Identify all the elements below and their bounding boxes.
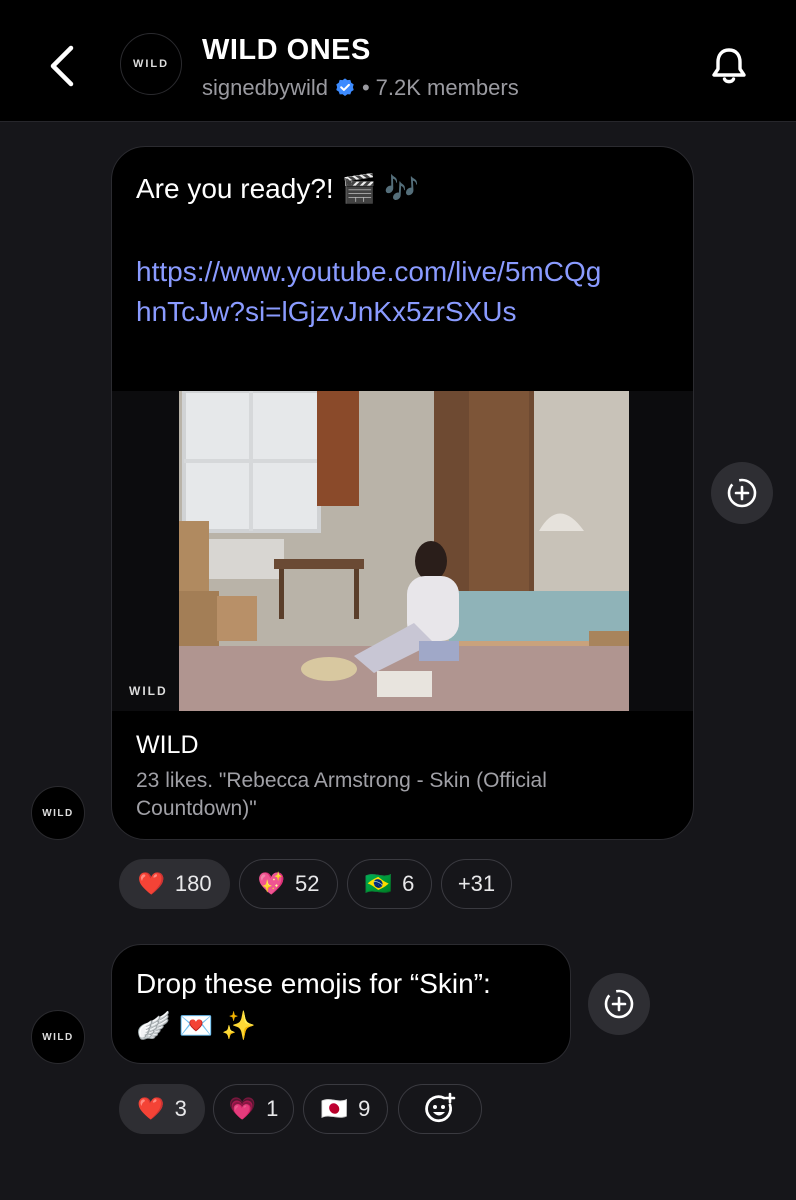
- reaction-count: +31: [457, 871, 496, 896]
- reaction-emoji: ❤️: [137, 871, 165, 896]
- message-link[interactable]: https://www.youtube.com/live/5mCQghnTcJw…: [136, 252, 606, 332]
- reaction-pill-heart[interactable]: ❤️ 180: [119, 859, 230, 909]
- reaction-count: 1: [266, 1096, 279, 1121]
- member-count: 7.2K members: [375, 75, 519, 100]
- back-button[interactable]: [38, 40, 90, 92]
- sender-avatar[interactable]: WILD: [31, 786, 85, 840]
- reaction-pill-japan-flag[interactable]: 🇯🇵 9: [303, 1084, 388, 1134]
- subtitle-separator: •: [361, 75, 370, 100]
- sender-avatar[interactable]: WILD: [31, 1010, 85, 1064]
- video-thumbnail[interactable]: [179, 391, 629, 711]
- add-reaction-button[interactable]: [711, 462, 773, 524]
- reaction-count: 9: [358, 1096, 371, 1121]
- reaction-emoji: 🇧🇷: [364, 871, 393, 896]
- reaction-pill-brazil-flag[interactable]: 🇧🇷 6: [347, 859, 432, 909]
- add-reaction-icon: [604, 989, 634, 1019]
- reaction-count: 6: [402, 871, 415, 896]
- message-text: Are you ready?! 🎬 🎶: [136, 173, 419, 204]
- add-emoji-reaction-button[interactable]: [398, 1084, 482, 1134]
- reaction-count: 3: [174, 1096, 187, 1121]
- message-emojis: 🪽 💌 ✨: [136, 1010, 257, 1041]
- verified-badge-icon: [336, 78, 354, 96]
- message-text-line: Drop these emojis for “Skin”:: [136, 968, 491, 999]
- reaction-pill-sparkling-heart[interactable]: 💖 52: [239, 859, 338, 909]
- reaction-count: 180: [174, 871, 212, 896]
- reaction-emoji: 🇯🇵: [320, 1096, 349, 1121]
- reaction-count: 52: [294, 871, 320, 896]
- reaction-emoji: ❤️: [137, 1096, 165, 1121]
- preview-source: WILD: [136, 731, 199, 759]
- thumbnail-image: [179, 391, 629, 711]
- channel-subtitle: signedbywild • 7.2K members: [202, 75, 519, 101]
- channel-header: WILD WILD ONES signedbywild • 7.2K membe…: [0, 0, 796, 122]
- channel-avatar[interactable]: WILD: [120, 33, 182, 95]
- message-bubble[interactable]: Drop these emojis for “Skin”: 🪽 💌 ✨: [111, 944, 571, 1064]
- more-reactions-pill[interactable]: +31: [441, 859, 512, 909]
- bell-icon: [712, 48, 746, 84]
- notifications-button[interactable]: [706, 44, 752, 90]
- channel-title[interactable]: WILD ONES: [202, 34, 371, 67]
- emoji-add-icon: [425, 1092, 456, 1123]
- chevron-left-icon: [50, 45, 74, 87]
- channel-handle: signedbywild: [202, 75, 328, 100]
- add-reaction-button[interactable]: [588, 973, 650, 1035]
- link-preview[interactable]: WILD: [112, 391, 693, 711]
- reaction-emoji: 💗: [228, 1096, 257, 1121]
- reaction-pill-heart[interactable]: ❤️ 3: [119, 1084, 205, 1134]
- message-text: Drop these emojis for “Skin”: 🪽 💌 ✨: [136, 963, 556, 1047]
- message-bubble[interactable]: Are you ready?! 🎬 🎶 https://www.youtube.…: [111, 146, 694, 840]
- video-watermark: WILD: [129, 684, 168, 698]
- reaction-pill-pink-heart[interactable]: 💗 1: [213, 1084, 294, 1134]
- preview-description: 23 likes. "Rebecca Armstrong - Skin (Off…: [136, 769, 547, 820]
- reaction-emoji: 💖: [257, 871, 285, 896]
- add-reaction-icon: [727, 478, 757, 508]
